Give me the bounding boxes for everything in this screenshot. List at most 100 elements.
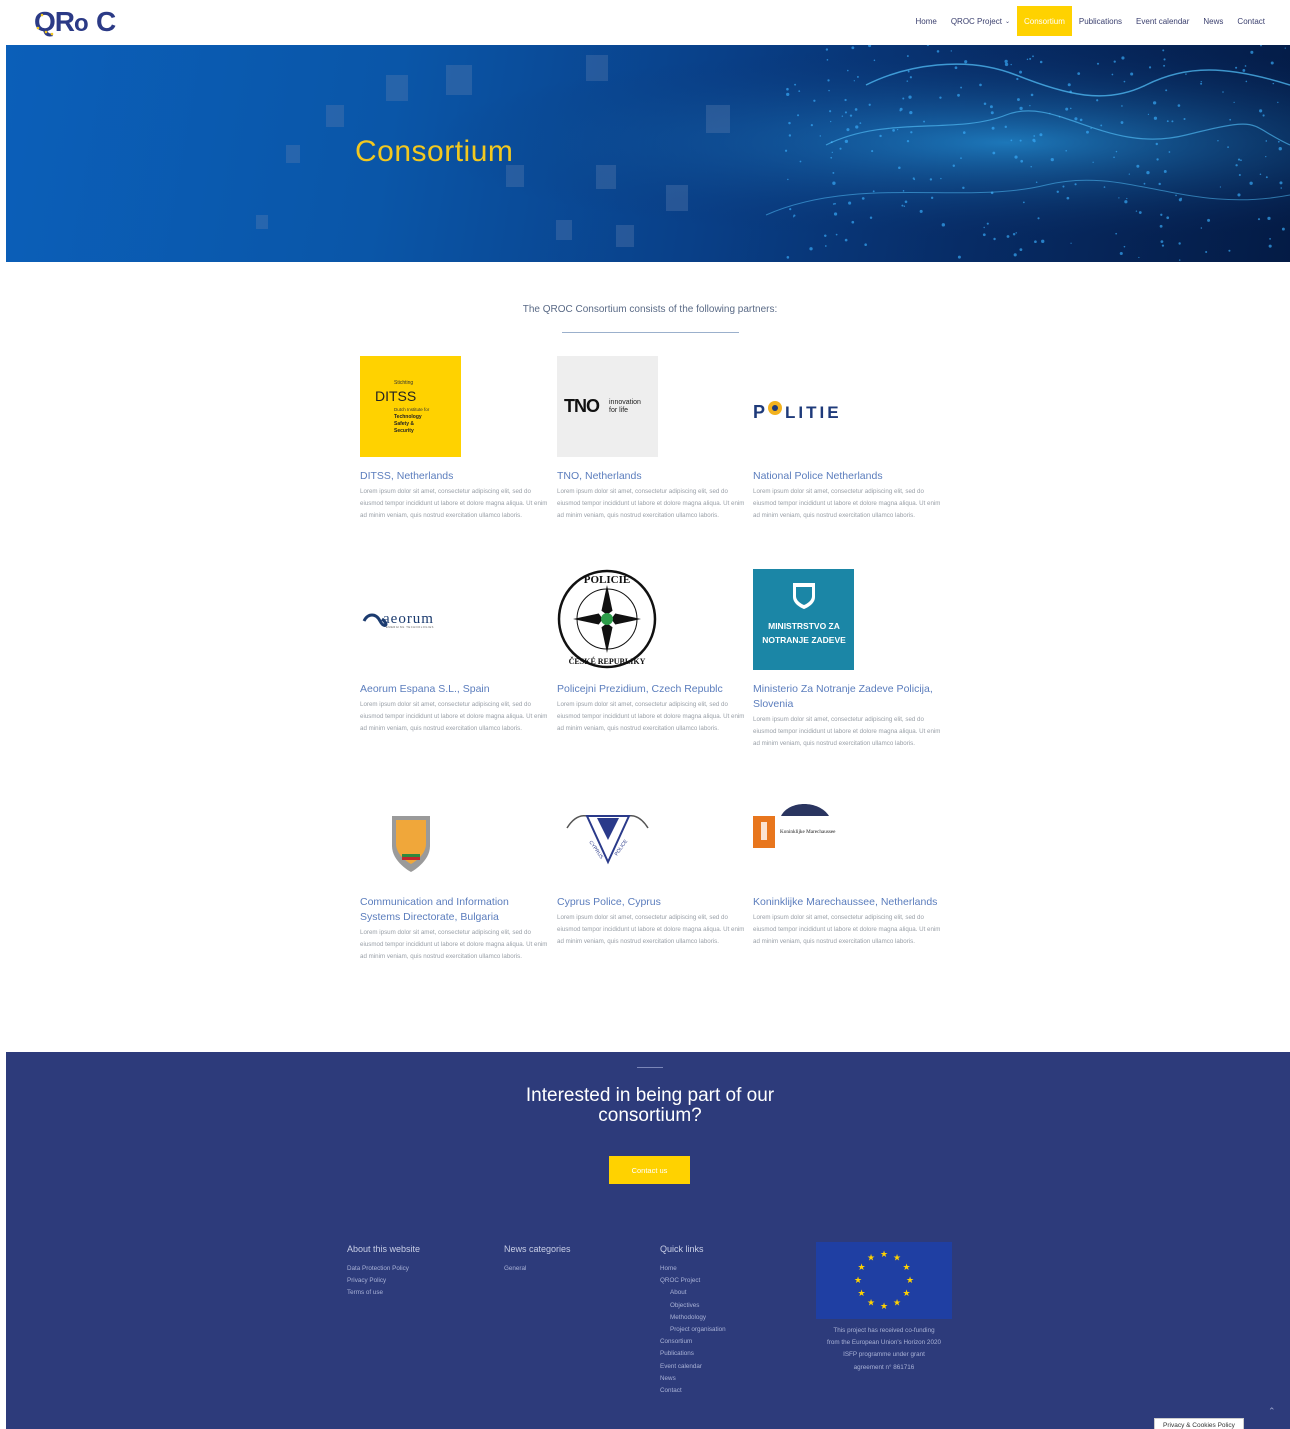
svg-text:Koninklijke Marechaussee: Koninklijke Marechaussee <box>780 829 836 835</box>
partner-description: Lorem ipsum dolor sit amet, consectetur … <box>360 701 548 733</box>
svg-text:DITSS: DITSS <box>375 388 416 404</box>
svg-text:POLICIE: POLICIE <box>584 574 630 586</box>
cyprus-police-logo[interactable]: CYPRUS POLICE <box>557 782 658 883</box>
svg-text:C: C <box>96 6 116 37</box>
politie-logo[interactable]: P LITIE <box>753 356 854 457</box>
nav-contact[interactable]: Contact <box>1230 6 1272 36</box>
eu-star-icon: ★ <box>893 1298 901 1308</box>
footer-about-title: About this website <box>347 1244 421 1254</box>
partner-name[interactable]: National Police Netherlands <box>753 469 943 484</box>
footer-link-project-organisation[interactable]: Project organisation <box>660 1324 726 1336</box>
svg-text:QR: QR <box>34 6 75 37</box>
nav-home[interactable]: Home <box>908 6 943 36</box>
footer-link-about[interactable]: About <box>660 1287 726 1299</box>
eu-star-icon: ★ <box>867 1252 875 1262</box>
footer-link-data-protection[interactable]: Data Protection Policy <box>347 1263 420 1275</box>
aeorum-logo[interactable]: aeorum EMERGING TECHNOLOGIES <box>360 569 461 670</box>
footer-link-general[interactable]: General <box>504 1263 571 1275</box>
eu-star-icon: ★ <box>857 1288 865 1298</box>
footer-link-privacy-policy[interactable]: Privacy Policy <box>347 1275 420 1287</box>
footer-link-qroc-project[interactable]: QROC Project <box>660 1275 726 1287</box>
nav-event-calendar[interactable]: Event calendar <box>1129 6 1196 36</box>
eu-star-icon: ★ <box>880 1301 888 1311</box>
scroll-to-top-icon[interactable]: ⌃ <box>1268 1406 1276 1417</box>
partner-name[interactable]: Ministerio Za Notranje Zadeve Policija, … <box>753 682 943 712</box>
mnz-logo[interactable]: MINISTRSTVO ZA NOTRANJE ZADEVE <box>753 569 854 670</box>
footer-about-column: About this website Data Protection Polic… <box>347 1244 420 1300</box>
eu-star-icon: ★ <box>902 1262 910 1272</box>
nav-qroc-project[interactable]: QROC Project ⌄ <box>944 6 1017 36</box>
cisd-logo[interactable] <box>360 782 461 883</box>
eu-funding-line: ISFP programme under grant <box>843 1351 925 1359</box>
nav-news[interactable]: News <box>1196 6 1230 36</box>
contact-us-button[interactable]: Contact us <box>609 1156 690 1184</box>
eu-star-icon: ★ <box>867 1298 875 1308</box>
svg-text:o: o <box>74 10 89 37</box>
ditss-logo[interactable]: Stichting DITSS Dutch Institute for Tech… <box>360 356 461 457</box>
partner-description: Lorem ipsum dolor sit amet, consectetur … <box>557 701 745 733</box>
eu-star-icon: ★ <box>893 1252 901 1262</box>
partner-description: Lorem ipsum dolor sit amet, consectetur … <box>753 914 941 946</box>
footer-link-objectives[interactable]: Objectives <box>660 1300 726 1312</box>
svg-text:aeorum: aeorum <box>383 611 434 627</box>
partner-name[interactable]: Koninklijke Marechaussee, Netherlands <box>753 895 943 910</box>
partner-name[interactable]: Communication and Information Systems Di… <box>360 895 550 925</box>
partner-card-aeorum: aeorum EMERGING TECHNOLOGIES Aeorum Espa… <box>360 569 550 736</box>
eu-funding-line: agreement n° 861716 <box>853 1363 915 1371</box>
hero-background-image <box>6 45 1290 262</box>
partner-description: Lorem ipsum dolor sit amet, consectetur … <box>360 488 548 520</box>
nav-publications[interactable]: Publications <box>1072 6 1129 36</box>
cta-heading-line2: consortium? <box>598 1105 702 1126</box>
footer-link-contact[interactable]: Contact <box>660 1385 726 1397</box>
partner-name[interactable]: TNO, Netherlands <box>557 469 747 484</box>
kmar-logo[interactable]: Koninklijke Marechaussee <box>753 782 854 883</box>
partner-name[interactable]: Cyprus Police, Cyprus <box>557 895 747 910</box>
partner-name[interactable]: DITSS, Netherlands <box>360 469 550 484</box>
partner-description: Lorem ipsum dolor sit amet, consectetur … <box>557 488 745 520</box>
eu-star-icon: ★ <box>880 1249 888 1259</box>
partner-description: Lorem ipsum dolor sit amet, consectetur … <box>753 488 941 520</box>
footer-quick-links-title: Quick links <box>660 1244 704 1254</box>
partner-card-politie: P LITIE National Police Netherlands Lore… <box>753 356 943 523</box>
svg-text:P: P <box>753 402 765 422</box>
cta-heading: Interested in being part of our consorti… <box>6 1086 1290 1126</box>
qroc-logo[interactable]: QR o C <box>34 6 144 38</box>
nav-consortium[interactable]: Consortium <box>1016 6 1072 36</box>
page-title: Consortium <box>355 135 514 168</box>
svg-text:Safety &: Safety & <box>394 421 414 427</box>
footer-news-title: News categories <box>504 1244 571 1254</box>
svg-text:Stichting: Stichting <box>394 380 413 386</box>
svg-text:EMERGING TECHNOLOGIES: EMERGING TECHNOLOGIES <box>386 625 434 629</box>
partner-name[interactable]: Policejni Prezidium, Czech Republc <box>557 682 747 697</box>
partner-card-cisd: Communication and Information Systems Di… <box>360 782 550 964</box>
privacy-cookies-button[interactable]: Privacy & Cookies Policy <box>1154 1418 1244 1429</box>
eu-star-icon: ★ <box>854 1275 862 1285</box>
svg-text:NOTRANJE ZADEVE: NOTRANJE ZADEVE <box>762 635 846 645</box>
footer-link-publications[interactable]: Publications <box>660 1348 726 1360</box>
footer-link-consortium[interactable]: Consortium <box>660 1336 726 1348</box>
tno-logo[interactable]: TNO innovation for life <box>557 356 658 457</box>
svg-text:LITIE: LITIE <box>785 403 842 422</box>
site-header: QR o C Home QROC Project ⌄ Consortium Pub… <box>0 0 1290 44</box>
footer-link-terms[interactable]: Terms of use <box>347 1287 420 1299</box>
svg-text:TNO: TNO <box>564 396 600 416</box>
footer-link-event-calendar[interactable]: Event calendar <box>660 1361 726 1373</box>
footer-news-column: News categories General <box>504 1244 571 1275</box>
footer-link-news[interactable]: News <box>660 1373 726 1385</box>
nav-qroc-project-label: QROC Project <box>950 16 1002 26</box>
footer-link-home[interactable]: Home <box>660 1263 726 1275</box>
footer-link-methodology[interactable]: Methodology <box>660 1312 726 1324</box>
eu-star-icon: ★ <box>906 1275 914 1285</box>
partner-card-policie-cr: POLICIE ČESKÉ REPUBLIKY Policejni Prezid… <box>557 569 747 736</box>
cta-heading-line1: Interested in being part of our <box>525 1085 775 1106</box>
partner-description: Lorem ipsum dolor sit amet, consectetur … <box>557 914 745 946</box>
partner-name[interactable]: Aeorum Espana S.L., Spain <box>360 682 550 697</box>
eu-flag-icon: ★ ★ ★ ★ ★ ★ ★ ★ ★ ★ ★ ★ <box>816 1242 952 1319</box>
policie-cr-logo[interactable]: POLICIE ČESKÉ REPUBLIKY <box>557 569 658 670</box>
partner-card-cyprus-police: CYPRUS POLICE Cyprus Police, Cyprus Lore… <box>557 782 747 949</box>
footer-divider <box>637 1067 663 1068</box>
svg-text:Security: Security <box>394 428 414 434</box>
svg-text:for life: for life <box>609 407 628 414</box>
partner-card-ditss: Stichting DITSS Dutch Institute for Tech… <box>360 356 550 523</box>
partner-card-tno: TNO innovation for life TNO, Netherlands… <box>557 356 747 523</box>
